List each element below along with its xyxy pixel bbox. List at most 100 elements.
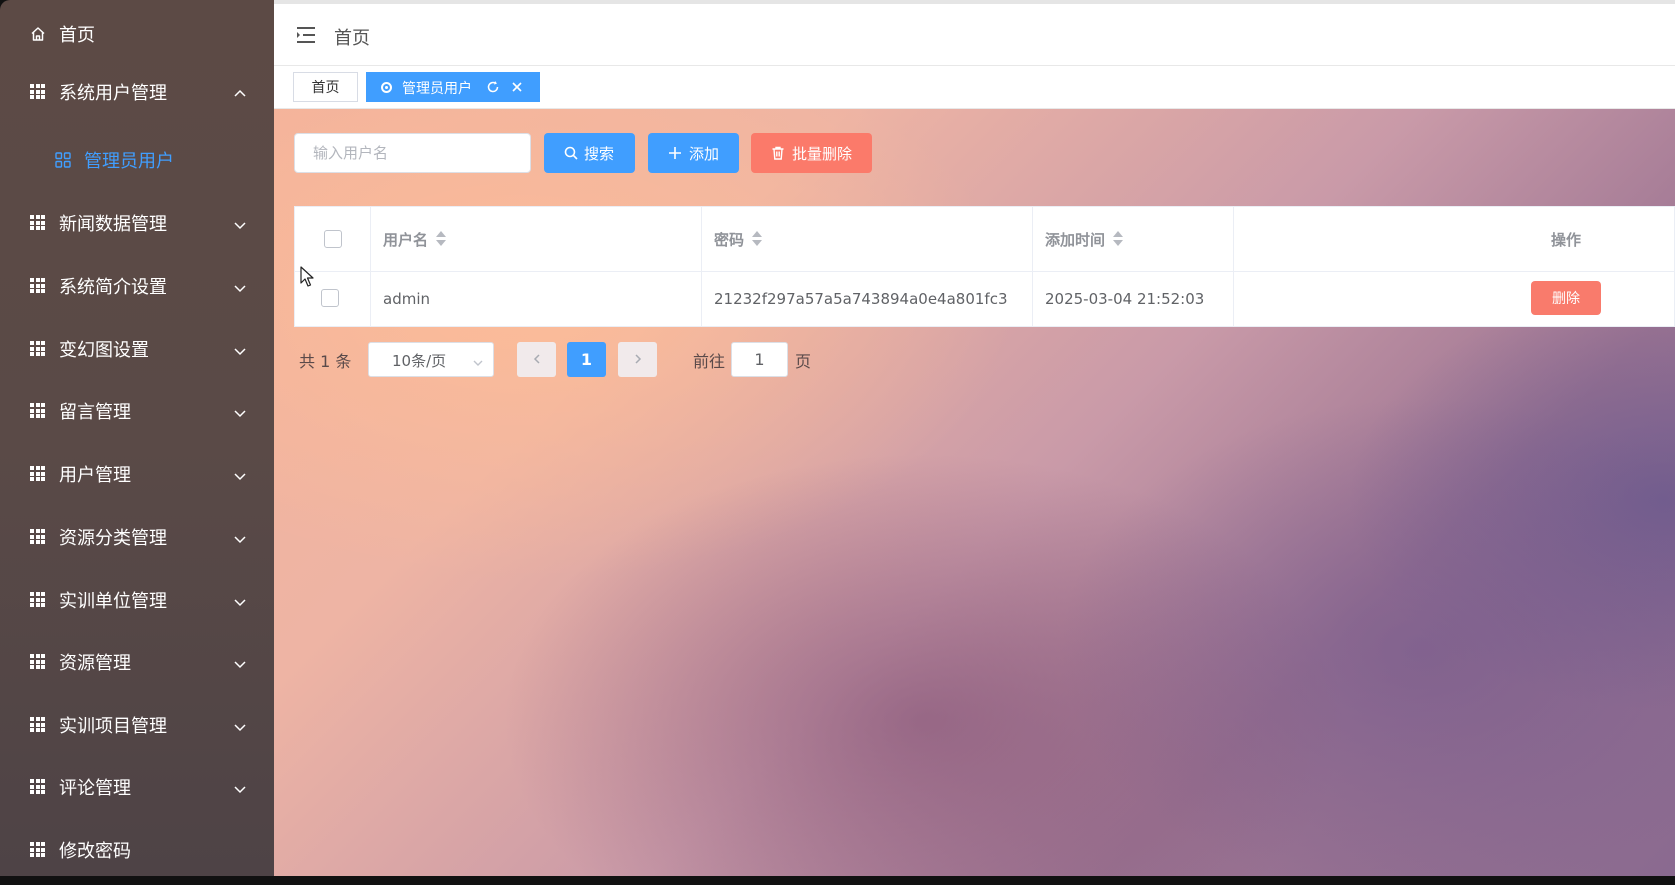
goto-page-input[interactable] — [731, 342, 788, 377]
sidebar-item-news[interactable]: 新闻数据管理 — [0, 192, 274, 254]
grid-icon — [30, 654, 46, 670]
page-size-select[interactable]: 10条/页 — [368, 342, 494, 377]
breadcrumb: 首页 — [334, 28, 370, 49]
add-button[interactable]: 添加 — [648, 133, 739, 173]
chevron-down-icon — [233, 216, 247, 230]
mouse-cursor-icon — [300, 266, 314, 288]
add-button-label: 添加 — [689, 145, 720, 163]
chevron-down-icon — [233, 593, 247, 607]
delete-row-button[interactable]: 删除 — [1531, 281, 1601, 315]
grid-icon — [30, 779, 46, 795]
next-page-button[interactable] — [618, 342, 657, 377]
grid-icon — [30, 842, 46, 858]
chevron-left-icon — [531, 350, 543, 369]
grid-icon — [30, 84, 46, 100]
sidebar-subitem-label: 管理员用户 — [84, 151, 174, 172]
tabs-bar: 首页 管理员用户 — [274, 66, 1675, 109]
plus-icon — [668, 146, 682, 160]
chevron-down-icon — [233, 279, 247, 293]
sidebar: 首页 系统用户管理 管理员用户 新闻数据管理 系统简介设置 变幻图设置 留言管理… — [0, 0, 274, 876]
column-header-added-time[interactable]: 添加时间 — [1045, 207, 1124, 271]
menu-fold-icon[interactable] — [296, 26, 316, 44]
grid-icon — [30, 278, 46, 294]
data-table: 用户名 密码 添加时间 操作 admin 21232f297a57a5a7438… — [294, 206, 1675, 327]
sidebar-item-label: 系统用户管理 — [59, 83, 167, 104]
column-header-actions: 操作 — [1551, 207, 1581, 271]
column-divider — [1233, 207, 1234, 327]
chevron-down-icon — [233, 342, 247, 356]
trash-icon — [771, 146, 785, 160]
cell-username: admin — [383, 290, 430, 308]
active-dot-icon — [381, 82, 392, 93]
sidebar-item-system-users[interactable]: 系统用户管理 — [0, 61, 274, 123]
chevron-down-icon — [233, 780, 247, 794]
sort-icon[interactable] — [1112, 230, 1124, 248]
sidebar-subitem-admin-users[interactable]: 管理员用户 — [0, 130, 274, 190]
search-input[interactable] — [294, 133, 531, 173]
column-divider — [1032, 207, 1033, 327]
sidebar-item-training-units[interactable]: 实训单位管理 — [0, 569, 274, 631]
select-all-checkbox[interactable] — [324, 230, 342, 248]
tab-label: 管理员用户 — [402, 81, 472, 97]
grid-icon — [30, 466, 46, 482]
chevron-down-icon — [233, 467, 247, 481]
row-checkbox[interactable] — [321, 289, 339, 307]
prev-page-button[interactable] — [517, 342, 556, 377]
refresh-icon[interactable] — [486, 80, 500, 94]
grid-icon — [30, 215, 46, 231]
column-divider — [701, 207, 702, 327]
sidebar-item-comments[interactable]: 评论管理 — [0, 756, 274, 818]
column-header-label: 添加时间 — [1045, 230, 1106, 249]
sidebar-item-label: 首页 — [59, 25, 95, 46]
search-button[interactable]: 搜索 — [544, 133, 635, 173]
sidebar-item-home[interactable]: 首页 — [0, 3, 274, 65]
column-divider — [370, 207, 371, 327]
top-bar: 首页 — [274, 0, 1675, 66]
batch-delete-button[interactable]: 批量删除 — [751, 133, 872, 173]
sidebar-item-label: 资源分类管理 — [59, 528, 167, 549]
sidebar-item-resources[interactable]: 资源管理 — [0, 631, 274, 693]
sidebar-item-intro[interactable]: 系统简介设置 — [0, 255, 274, 317]
chevron-right-icon — [632, 350, 644, 369]
goto-label: 前往 — [693, 352, 726, 371]
page-number-button[interactable]: 1 — [567, 342, 606, 377]
home-icon — [30, 26, 46, 42]
column-header-label: 操作 — [1551, 230, 1582, 249]
sidebar-item-resource-categories[interactable]: 资源分类管理 — [0, 506, 274, 568]
sidebar-item-label: 资源管理 — [59, 653, 131, 674]
sidebar-item-label: 实训单位管理 — [59, 591, 167, 612]
sidebar-item-label: 用户管理 — [59, 465, 131, 486]
chevron-down-icon — [233, 530, 247, 544]
sidebar-item-messages[interactable]: 留言管理 — [0, 380, 274, 442]
grid-icon — [30, 529, 46, 545]
grid-icon — [30, 403, 46, 419]
column-header-label: 用户名 — [383, 230, 429, 249]
column-header-label: 密码 — [714, 230, 745, 249]
sidebar-item-label: 修改密码 — [59, 841, 131, 862]
cell-password: 21232f297a57a5a743894a0e4a801fc3 — [714, 290, 1008, 308]
sort-icon[interactable] — [435, 230, 447, 248]
chevron-down-icon — [472, 355, 484, 367]
close-icon[interactable] — [510, 80, 524, 94]
chevron-up-icon — [233, 85, 247, 99]
tab-home[interactable]: 首页 — [293, 72, 358, 102]
chevron-down-icon — [233, 404, 247, 418]
sidebar-item-carousel[interactable]: 变幻图设置 — [0, 318, 274, 380]
sidebar-item-users[interactable]: 用户管理 — [0, 443, 274, 505]
cell-added-time: 2025-03-04 21:52:03 — [1045, 290, 1205, 308]
tab-label: 首页 — [311, 80, 340, 96]
sidebar-item-label: 新闻数据管理 — [59, 214, 167, 235]
sidebar-item-label: 变幻图设置 — [59, 340, 149, 361]
chevron-down-icon — [233, 718, 247, 732]
sidebar-item-label: 留言管理 — [59, 402, 131, 423]
main-content: 首页 首页 管理员用户 搜索 添加 批量删除 — [274, 0, 1675, 876]
batch-delete-button-label: 批量删除 — [792, 145, 853, 163]
page-size-value: 10条/页 — [392, 352, 447, 370]
column-header-username[interactable]: 用户名 — [383, 207, 447, 271]
grid-icon — [30, 592, 46, 608]
tab-admin-users[interactable]: 管理员用户 — [366, 72, 540, 102]
sidebar-item-change-password[interactable]: 修改密码 — [0, 819, 274, 876]
sidebar-item-training-projects[interactable]: 实训项目管理 — [0, 694, 274, 756]
sort-icon[interactable] — [751, 230, 763, 248]
column-header-password[interactable]: 密码 — [714, 207, 763, 271]
